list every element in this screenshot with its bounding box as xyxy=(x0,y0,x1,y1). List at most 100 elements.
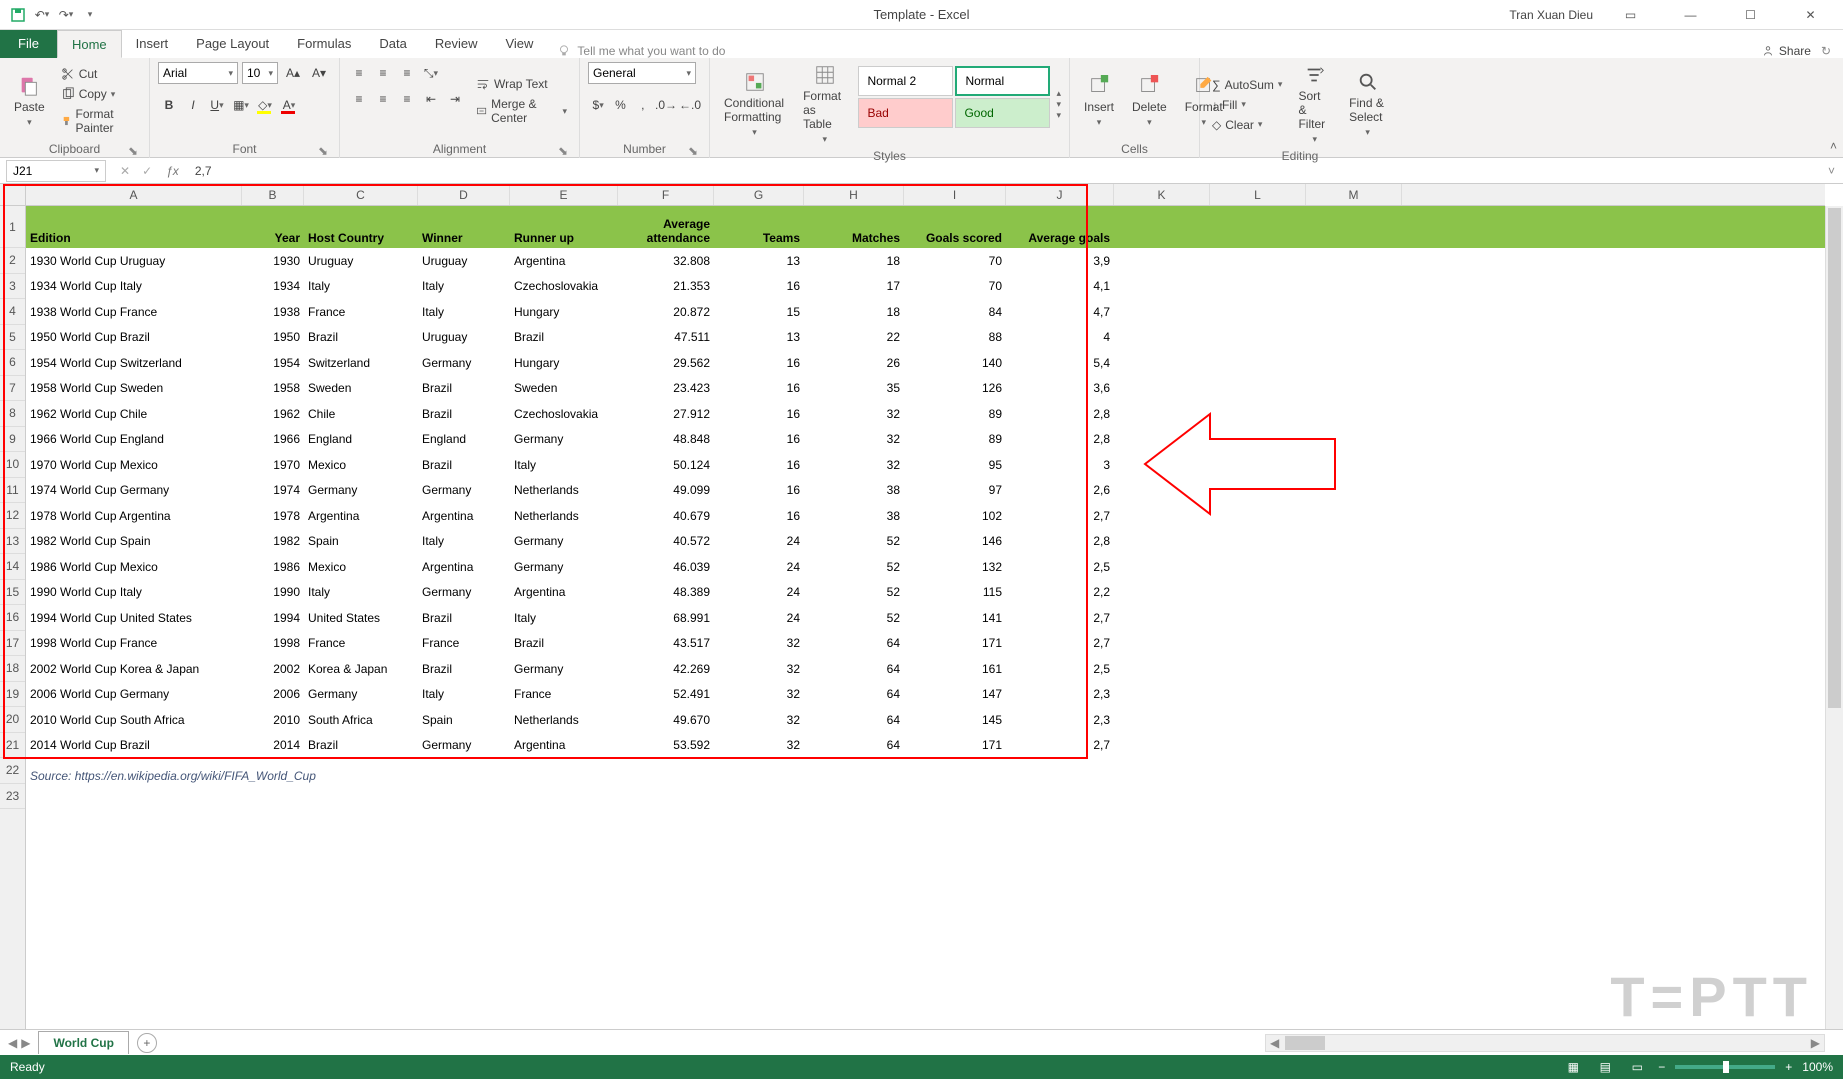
row-header-7[interactable]: 7 xyxy=(0,376,25,402)
alignment-launcher-icon[interactable]: ⬊ xyxy=(557,144,569,156)
data-cell[interactable] xyxy=(1306,580,1402,606)
data-cell[interactable]: 16 xyxy=(714,427,804,453)
source-cell[interactable]: Source: https://en.wikipedia.org/wiki/FI… xyxy=(26,763,826,789)
col-header-I[interactable]: I xyxy=(904,184,1006,205)
ribbon-display-icon[interactable]: ▭ xyxy=(1608,0,1653,30)
data-cell[interactable]: 24 xyxy=(714,605,804,631)
fx-icon[interactable]: ƒx xyxy=(166,164,179,178)
data-cell[interactable]: 1938 xyxy=(242,299,304,325)
orientation-icon[interactable]: ⤡▾ xyxy=(420,62,442,84)
data-cell[interactable]: 49.099 xyxy=(618,478,714,504)
data-cell[interactable] xyxy=(1114,248,1210,274)
data-cell[interactable]: 1998 World Cup France xyxy=(26,631,242,657)
cell-styles-gallery[interactable]: Normal 2 Normal Bad Good xyxy=(858,62,1050,147)
data-cell[interactable]: Hungary xyxy=(510,299,618,325)
data-cell[interactable]: Italy xyxy=(304,580,418,606)
format-painter-button[interactable]: Format Painter xyxy=(57,105,141,137)
delete-cells-button[interactable]: Delete▾ xyxy=(1126,62,1173,140)
data-cell[interactable]: 32 xyxy=(714,707,804,733)
data-cell[interactable]: 2,6 xyxy=(1006,478,1114,504)
page-layout-view-icon[interactable]: ▤ xyxy=(1594,1058,1616,1076)
data-cell[interactable]: England xyxy=(304,427,418,453)
style-normal2[interactable]: Normal 2 xyxy=(858,66,953,96)
row-header-16[interactable]: 16 xyxy=(0,605,25,631)
data-cell[interactable]: Netherlands xyxy=(510,503,618,529)
data-cell[interactable]: Italy xyxy=(418,299,510,325)
data-cell[interactable]: Brazil xyxy=(304,325,418,351)
increase-font-icon[interactable]: A▴ xyxy=(282,62,304,84)
row-header-14[interactable]: 14 xyxy=(0,554,25,580)
row-header-9[interactable]: 9 xyxy=(0,427,25,453)
data-cell[interactable] xyxy=(1114,554,1210,580)
data-cell[interactable]: 1986 xyxy=(242,554,304,580)
horizontal-scrollbar[interactable]: ◀ ▶ xyxy=(1265,1034,1825,1052)
data-cell[interactable]: 1950 xyxy=(242,325,304,351)
qat-customize-icon[interactable]: ▾ xyxy=(82,7,98,23)
data-cell[interactable] xyxy=(1210,682,1306,708)
formula-input[interactable]: 2,7 xyxy=(187,164,1820,178)
row-header-18[interactable]: 18 xyxy=(0,656,25,682)
column-headers[interactable]: ABCDEFGHIJKLM xyxy=(26,184,1825,206)
row-header-21[interactable]: 21 xyxy=(0,733,25,759)
data-cell[interactable]: 141 xyxy=(904,605,1006,631)
decrease-decimal-icon[interactable]: ←.0 xyxy=(679,94,701,116)
data-cell[interactable]: 2,8 xyxy=(1006,529,1114,555)
data-cell[interactable]: 1966 xyxy=(242,427,304,453)
insert-tab[interactable]: Insert xyxy=(122,30,183,58)
undo-icon[interactable]: ↶▾ xyxy=(34,7,50,23)
header-cell[interactable]: Runner up xyxy=(510,206,618,248)
h-scroll-left-icon[interactable]: ◀ xyxy=(1266,1036,1283,1050)
home-tab[interactable]: Home xyxy=(57,30,122,58)
data-cell[interactable]: 95 xyxy=(904,452,1006,478)
comma-format-icon[interactable]: , xyxy=(633,94,653,116)
header-cell[interactable]: Matches xyxy=(804,206,904,248)
data-cell[interactable] xyxy=(1114,631,1210,657)
data-cell[interactable]: 2,8 xyxy=(1006,401,1114,427)
row-header-3[interactable]: 3 xyxy=(0,274,25,300)
data-cell[interactable]: 23.423 xyxy=(618,376,714,402)
data-cell[interactable] xyxy=(1306,656,1402,682)
review-tab[interactable]: Review xyxy=(421,30,492,58)
data-cell[interactable]: 5,4 xyxy=(1006,350,1114,376)
data-cell[interactable]: 48.848 xyxy=(618,427,714,453)
data-cell[interactable]: 1990 World Cup Italy xyxy=(26,580,242,606)
header-cell[interactable]: Host Country xyxy=(304,206,418,248)
data-cell[interactable]: 32 xyxy=(714,656,804,682)
data-cell[interactable]: 32 xyxy=(804,401,904,427)
data-cell[interactable]: 32 xyxy=(714,631,804,657)
data-cell[interactable]: 2014 World Cup Brazil xyxy=(26,733,242,759)
data-cell[interactable]: 2006 xyxy=(242,682,304,708)
data-cell[interactable]: 38 xyxy=(804,478,904,504)
data-cell[interactable]: Brazil xyxy=(418,656,510,682)
data-cell[interactable]: 16 xyxy=(714,503,804,529)
fill-color-button[interactable]: ◇▾ xyxy=(254,94,276,116)
data-cell[interactable]: 42.269 xyxy=(618,656,714,682)
data-cell[interactable]: 115 xyxy=(904,580,1006,606)
data-cell[interactable] xyxy=(1114,299,1210,325)
data-cell[interactable]: 1938 World Cup France xyxy=(26,299,242,325)
data-cell[interactable]: 1982 World Cup Spain xyxy=(26,529,242,555)
data-cell[interactable]: 2,7 xyxy=(1006,631,1114,657)
clipboard-launcher-icon[interactable]: ⬊ xyxy=(127,144,139,156)
data-cell[interactable]: 1930 World Cup Uruguay xyxy=(26,248,242,274)
data-cell[interactable] xyxy=(1306,529,1402,555)
history-icon[interactable]: ↻ xyxy=(1821,44,1831,58)
copy-button[interactable]: Copy▾ xyxy=(57,85,141,103)
data-cell[interactable]: 43.517 xyxy=(618,631,714,657)
conditional-formatting-button[interactable]: Conditional Formatting▾ xyxy=(718,62,791,147)
data-cell[interactable]: Brazil xyxy=(304,733,418,759)
data-cell[interactable] xyxy=(1114,707,1210,733)
data-cell[interactable] xyxy=(1114,478,1210,504)
header-cell[interactable]: Goals scored xyxy=(904,206,1006,248)
row-header-2[interactable]: 2 xyxy=(0,248,25,274)
data-cell[interactable]: 15 xyxy=(714,299,804,325)
data-cell[interactable]: Brazil xyxy=(510,325,618,351)
zoom-level[interactable]: 100% xyxy=(1802,1060,1833,1074)
data-cell[interactable]: France xyxy=(304,299,418,325)
data-cell[interactable] xyxy=(1306,503,1402,529)
align-center-icon[interactable]: ≡ xyxy=(372,88,394,110)
decrease-indent-icon[interactable]: ⇤ xyxy=(420,88,442,110)
style-good[interactable]: Good xyxy=(955,98,1050,128)
row-header-6[interactable]: 6 xyxy=(0,350,25,376)
data-cell[interactable] xyxy=(1114,350,1210,376)
